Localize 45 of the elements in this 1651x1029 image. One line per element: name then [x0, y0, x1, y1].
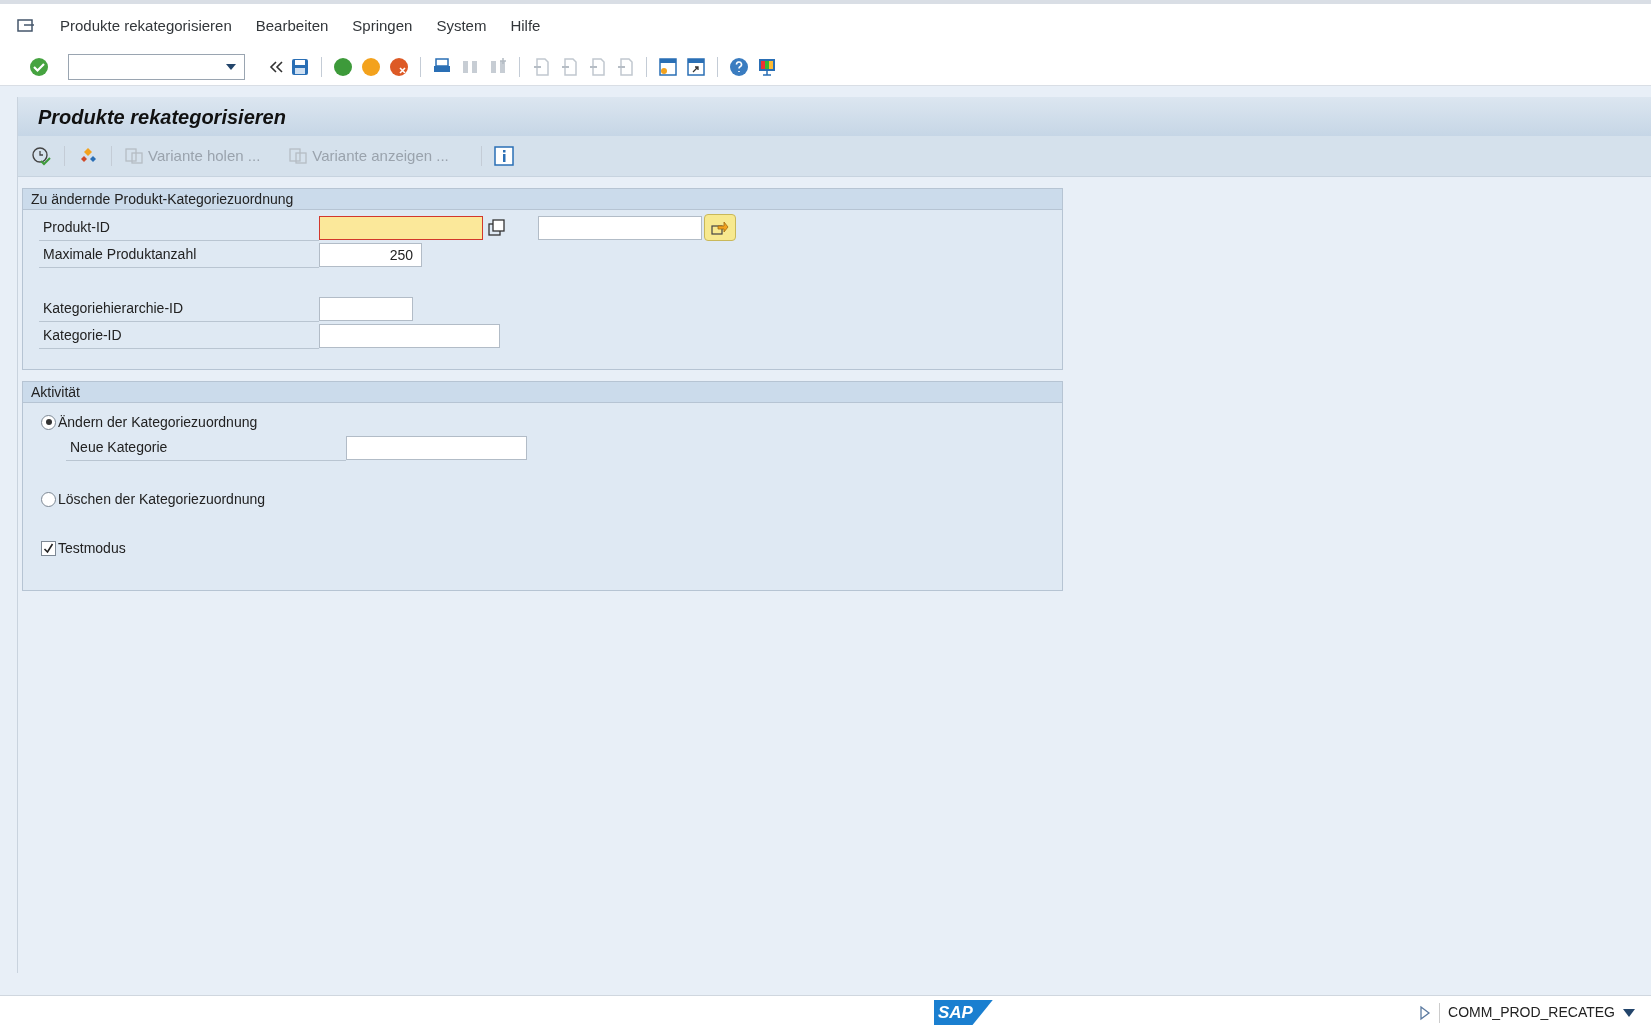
multiple-selection-icon[interactable]: [487, 217, 507, 238]
field-label: Neue Kategorie: [66, 434, 346, 461]
input-field[interactable]: [319, 215, 483, 240]
group-title: Aktivität: [31, 382, 80, 402]
input-field[interactable]: 250: [319, 242, 422, 267]
option-label: Löschen der Kategoriezuordnung: [58, 489, 266, 509]
copy-icon: [288, 147, 309, 165]
menu-item[interactable]: Hilfe: [510, 14, 541, 38]
transaction-code: COMM_PROD_RECATEG: [1448, 1003, 1615, 1022]
input-field[interactable]: [319, 323, 500, 348]
dropdown-caret-icon: [226, 63, 236, 70]
menu-item[interactable]: Bearbeiten: [255, 14, 329, 38]
checkbox[interactable]: [41, 540, 56, 556]
input-field[interactable]: [538, 215, 702, 240]
new-window-icon[interactable]: [657, 55, 679, 78]
info-icon[interactable]: [493, 146, 514, 166]
play-triangle-icon[interactable]: [1419, 1004, 1431, 1021]
field-label: Kategoriehierarchie-ID: [39, 295, 319, 322]
cancel-icon[interactable]: [388, 55, 410, 78]
checkmark-icon[interactable]: [28, 55, 50, 78]
group-title: Zu ändernde Produkt-Kategoriezuordnung: [31, 189, 294, 209]
sap-logo: SAP: [934, 999, 993, 1026]
arrow-right-icon: [711, 219, 729, 236]
shortcut-window-icon[interactable]: [685, 55, 707, 78]
help-icon[interactable]: [728, 55, 750, 78]
field-label: Produkt-ID: [39, 214, 319, 241]
menu-item[interactable]: System: [436, 14, 487, 38]
menu-item[interactable]: Produkte rekategorisieren: [60, 14, 232, 38]
multiple-selection-button[interactable]: [704, 214, 736, 241]
clock-check-icon[interactable]: [30, 145, 52, 167]
option-label: Ändern der Kategoriezuordnung: [58, 412, 258, 432]
field-label: Maximale Produktanzahl: [39, 241, 319, 268]
menu-icon[interactable]: [16, 17, 36, 35]
double-chevron-icon[interactable]: [269, 60, 283, 73]
input-field[interactable]: [319, 296, 413, 321]
field-label: Kategorie-ID: [39, 322, 319, 349]
command-field[interactable]: [68, 53, 245, 80]
radio-button[interactable]: [41, 414, 56, 430]
option-label: Testmodus: [58, 538, 126, 558]
screen-title: Produkte rekategorisieren: [38, 104, 286, 130]
dropdown-caret-icon[interactable]: [1623, 1008, 1635, 1017]
input-field[interactable]: [346, 435, 527, 460]
menu-item[interactable]: Springen: [352, 14, 413, 38]
copy-icon: [124, 147, 144, 165]
radio-button[interactable]: [41, 491, 56, 507]
